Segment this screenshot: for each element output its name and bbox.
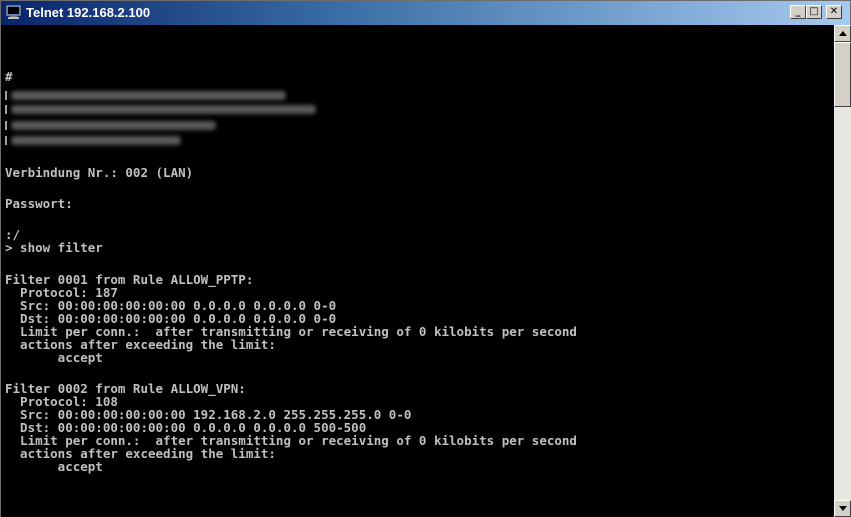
redacted-marker [5, 136, 7, 145]
connection-line: Verbindung Nr.: 002 (LAN) [5, 165, 194, 180]
redacted-marker [5, 121, 7, 130]
hash-prompt: # [5, 69, 13, 84]
close-button[interactable]: ✕ [826, 5, 842, 19]
scroll-down-button[interactable] [834, 500, 851, 517]
telnet-window: Telnet 192.168.2.100 _ □ ✕ # Verbindung … [0, 0, 851, 517]
redacted-line [11, 105, 316, 114]
scroll-up-button[interactable] [834, 25, 851, 42]
vertical-scrollbar[interactable] [834, 25, 851, 517]
window-title: Telnet 192.168.2.100 [26, 5, 151, 20]
redacted-marker [5, 105, 7, 114]
terminal-output[interactable]: # Verbindung Nr.: 002 (LAN) Passwort: :/… [1, 25, 833, 517]
redacted-line [11, 121, 216, 130]
password-line: Passwort: [5, 196, 73, 211]
scrollbar-thumb[interactable] [834, 42, 851, 107]
redacted-line [11, 91, 286, 100]
filter-accept: accept [5, 459, 103, 474]
maximize-button[interactable]: □ [806, 5, 822, 19]
command-line: > show filter [5, 240, 103, 255]
redacted-marker [5, 91, 7, 100]
telnet-terminal-icon [6, 5, 21, 19]
arrow-up-icon [839, 31, 847, 36]
redacted-line [11, 136, 181, 145]
minimize-button[interactable]: _ [790, 5, 806, 19]
arrow-down-icon [839, 506, 847, 511]
title-bar[interactable]: Telnet 192.168.2.100 _ □ ✕ [1, 1, 850, 25]
filter-accept: accept [5, 350, 103, 365]
